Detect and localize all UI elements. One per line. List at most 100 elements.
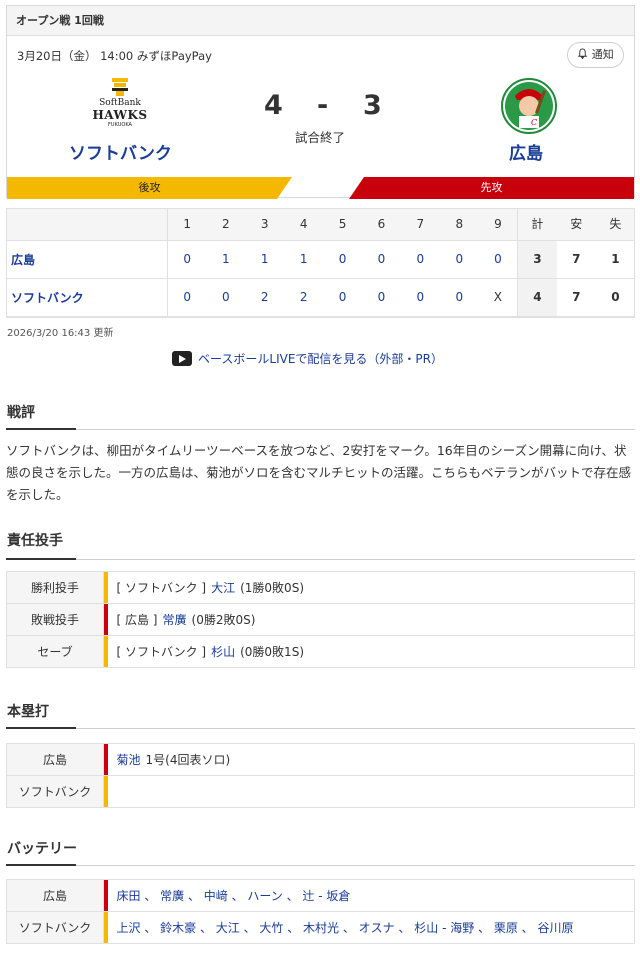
battery-players-link[interactable]: 上沢 、 鈴木豪 、 大江 、 大竹 、 木村光 、 オスナ 、 杉山 - 海野… (107, 911, 635, 944)
battery-table: 広島 床田 、 常廣 、 中﨑 、 ハーン 、 辻 - 坂倉 ソフトバンク 上沢… (6, 879, 635, 944)
pitcher-row: 勝利投手 [ ソフトバンク ] 大江 (1勝0敗0S) (6, 571, 635, 604)
inning-score[interactable]: 1 (206, 240, 246, 279)
homerun-detail: 1号(4回表ソロ) (145, 753, 231, 767)
errors-header: 失 (595, 208, 635, 241)
pitcher-name-link[interactable]: 杉山 (211, 645, 235, 659)
homerun-value (107, 775, 635, 808)
homerun-row: 広島 菊池 1号(4回表ソロ) (6, 743, 635, 776)
battery-players-link[interactable]: 床田 、 常廣 、 中﨑 、 ハーン 、 辻 - 坂倉 (107, 879, 635, 912)
inning-score[interactable]: 1 (284, 240, 324, 279)
battery-team: 広島 (6, 879, 104, 912)
inning-score[interactable]: 0 (439, 240, 479, 279)
pitcher-team: [ 広島 ] (116, 613, 158, 627)
pitcher-team: [ ソフトバンク ] (116, 645, 207, 659)
line-score-row-away: 広島 0 1 1 1 0 0 0 0 0 3 7 1 (6, 240, 635, 279)
homerun-team: 広島 (6, 743, 104, 776)
pitcher-role: セーブ (6, 635, 104, 668)
total-hits: 7 (556, 278, 596, 317)
battery-title: バッテリー (6, 838, 635, 866)
carp-logo[interactable]: C (501, 78, 557, 134)
inning-header: 5 (323, 208, 362, 241)
inning-score[interactable]: 2 (245, 278, 285, 317)
notify-button[interactable]: 通知 (567, 42, 624, 68)
play-icon (172, 351, 192, 366)
inning-score[interactable]: 0 (362, 278, 401, 317)
inning-score[interactable]: 0 (362, 240, 401, 279)
home-score: 4 (264, 90, 283, 121)
inning-header: 4 (284, 208, 324, 241)
battery-row: 広島 床田 、 常廣 、 中﨑 、 ハーン 、 辻 - 坂倉 (6, 879, 635, 912)
away-team-name[interactable]: 広島 (509, 139, 543, 164)
game-status: 試合終了 (295, 130, 346, 145)
homeruns-title: 本塁打 (6, 701, 635, 729)
inning-header: 9 (478, 208, 518, 241)
line-score-team[interactable]: 広島 (6, 240, 168, 279)
notify-label: 通知 (591, 48, 614, 61)
battery-row: ソフトバンク 上沢 、 鈴木豪 、 大江 、 大竹 、 木村光 、 オスナ 、 … (6, 911, 635, 944)
live-stream-link[interactable]: ベースボールLIVEで配信を見る（外部・PR） (172, 350, 443, 367)
pitcher-team: [ ソフトバンク ] (116, 581, 207, 595)
inning-score[interactable]: 0 (478, 240, 518, 279)
hawks-logo[interactable]: SoftBank HAWKS FUKUOKA (92, 78, 148, 130)
game-header: オープン戦 1回戦 (7, 6, 634, 36)
total-runs: 4 (517, 278, 557, 317)
inning-score: X (478, 278, 518, 317)
homerun-player-link[interactable]: 菊池 (117, 753, 141, 767)
updated-timestamp: 2026/3/20 16:43 更新 (7, 328, 114, 339)
team-header-cell (6, 208, 168, 241)
inning-header: 7 (400, 208, 440, 241)
review-title: 戦評 (6, 402, 635, 430)
pitcher-value: [ 広島 ] 常廣 (0勝2敗0S) (107, 603, 635, 636)
inning-score[interactable]: 1 (245, 240, 285, 279)
inning-score[interactable]: 2 (284, 278, 324, 317)
homerun-row: ソフトバンク (6, 775, 635, 808)
away-score: 3 (363, 90, 382, 121)
homerun-value: 菊池 1号(4回表ソロ) (107, 743, 635, 776)
line-score-row-home: ソフトバンク 0 0 2 2 0 0 0 0 X 4 7 0 (6, 278, 635, 317)
homerun-team: ソフトバンク (6, 775, 104, 808)
pitcher-row: セーブ [ ソフトバンク ] 杉山 (0勝0敗1S) (6, 635, 635, 668)
inning-score[interactable]: 0 (167, 240, 207, 279)
inning-score[interactable]: 0 (400, 240, 440, 279)
inning-score[interactable]: 0 (439, 278, 479, 317)
battery-team: ソフトバンク (6, 911, 104, 944)
total-runs: 3 (517, 240, 557, 279)
hawks-logo-name: HAWKS (92, 108, 148, 122)
pitcher-role: 勝利投手 (6, 571, 104, 604)
inning-score[interactable]: 0 (206, 278, 246, 317)
hawks-logo-brand: SoftBank (99, 98, 141, 108)
homeruns-table: 広島 菊池 1号(4回表ソロ) ソフトバンク (6, 743, 635, 808)
home-team-name[interactable]: ソフトバンク (69, 139, 172, 164)
home-side-bar: 後攻 (7, 177, 292, 199)
inning-score[interactable]: 0 (400, 278, 440, 317)
pitcher-record: (0勝0敗1S) (240, 645, 304, 659)
total-errors: 1 (595, 240, 635, 279)
pitcher-role: 敗戦投手 (6, 603, 104, 636)
pitcher-record: (0勝2敗0S) (191, 613, 256, 627)
game-datetime: 3月20日（金） 14:00 みずほPayPay (17, 49, 212, 63)
inning-score[interactable]: 0 (323, 240, 362, 279)
pitcher-value: [ ソフトバンク ] 杉山 (0勝0敗1S) (107, 635, 635, 668)
pitcher-name-link[interactable]: 大江 (211, 581, 235, 595)
game-card: オープン戦 1回戦 3月20日（金） 14:00 みずほPayPay 通知 So… (6, 5, 635, 199)
hawks-logo-city: FUKUOKA (108, 122, 132, 128)
inning-header: 6 (362, 208, 401, 241)
review-text: ソフトバンクは、柳田がタイムリーツーベースを放つなど、2安打をマーク。16年目の… (6, 443, 632, 502)
line-score-table: 1 2 3 4 5 6 7 8 9 計 安 失 広島 0 1 1 1 0 0 0… (6, 208, 635, 317)
pitchers-title: 責任投手 (6, 530, 635, 560)
line-score-team[interactable]: ソフトバンク (6, 278, 168, 317)
svg-text:C: C (531, 118, 537, 127)
pitcher-name-link[interactable]: 常廣 (163, 613, 187, 627)
total-errors: 0 (595, 278, 635, 317)
line-score-header: 1 2 3 4 5 6 7 8 9 計 安 失 (6, 208, 635, 241)
inning-header: 3 (245, 208, 285, 241)
inning-header: 1 (167, 208, 207, 241)
pitcher-value: [ ソフトバンク ] 大江 (1勝0敗0S) (107, 571, 635, 604)
total-header: 計 (517, 208, 557, 241)
inning-header: 8 (439, 208, 479, 241)
inning-score[interactable]: 0 (167, 278, 207, 317)
inning-score[interactable]: 0 (323, 278, 362, 317)
hits-header: 安 (556, 208, 596, 241)
inning-header: 2 (206, 208, 246, 241)
score-separator: - (317, 90, 329, 121)
